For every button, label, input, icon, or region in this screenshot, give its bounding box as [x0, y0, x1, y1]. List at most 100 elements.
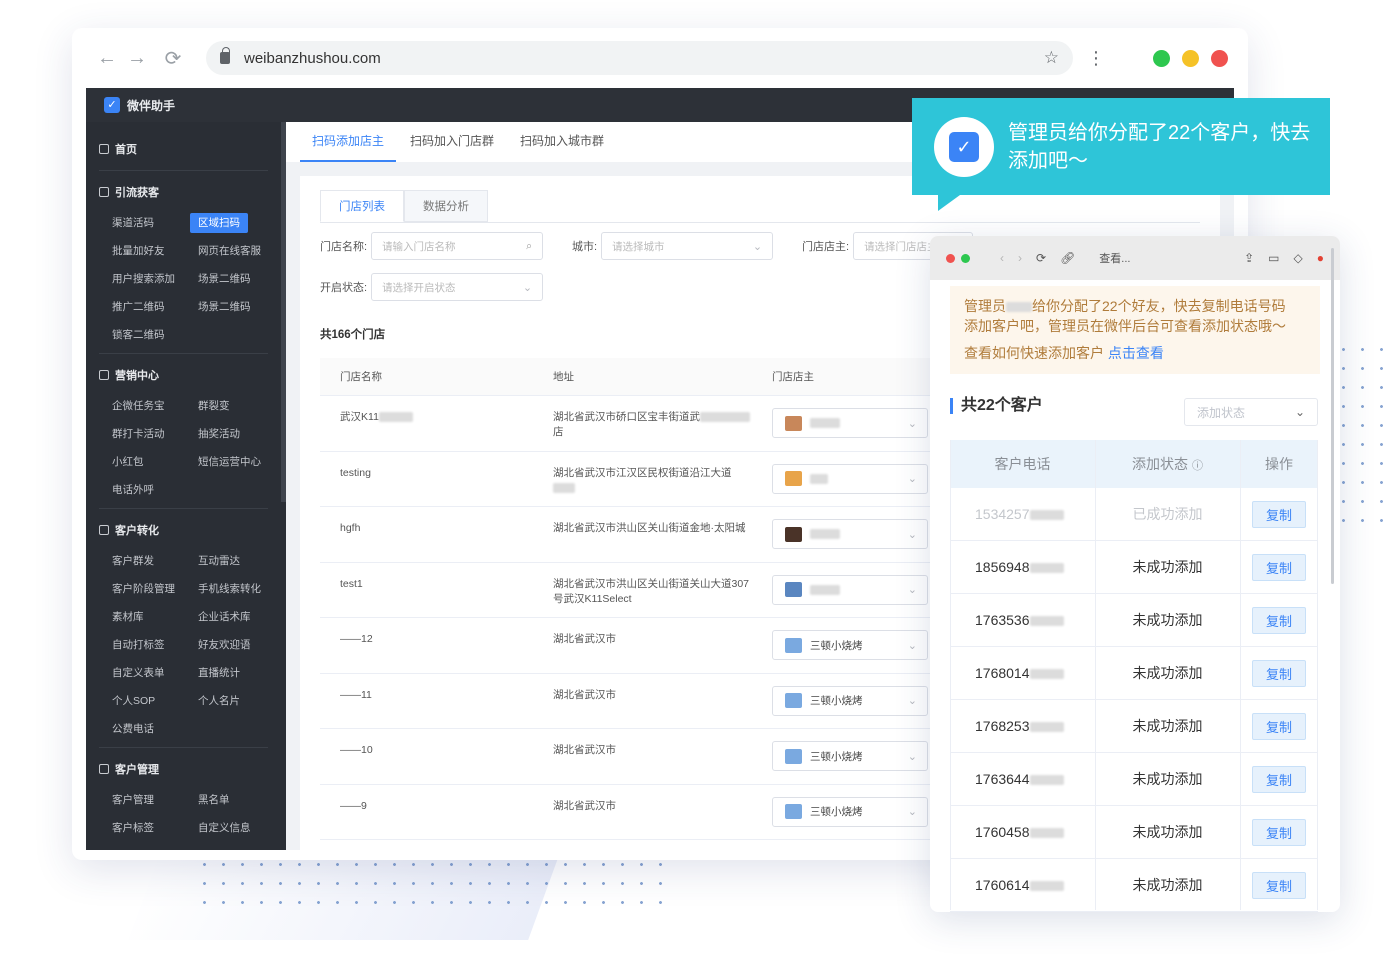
tab-scan-join-store-group[interactable]: 扫码加入门店群	[398, 132, 506, 162]
link-icon[interactable]: 🔗︎	[1060, 251, 1075, 265]
sidebar-item[interactable]: 区域扫码	[190, 209, 284, 237]
sidebar-item[interactable]: 短信运营中心	[198, 448, 284, 476]
copy-button[interactable]: 复制	[1251, 553, 1306, 581]
address-bar[interactable]: weibanzhushou.com ☆	[206, 41, 1073, 75]
back-arrow-icon[interactable]: ‹	[1000, 251, 1004, 265]
sidebar-item[interactable]: 群打卡活动	[112, 420, 198, 448]
sidebar-item[interactable]: 渠道活码	[112, 209, 198, 237]
tab-scan-join-city-group[interactable]: 扫码加入城市群	[508, 132, 616, 162]
cube-icon[interactable]: ◇	[1294, 251, 1303, 265]
forward-arrow-icon[interactable]: ›	[1018, 251, 1022, 265]
share-icon[interactable]: ⇪	[1244, 251, 1254, 265]
copy-button[interactable]: 复制	[1251, 606, 1306, 634]
sidebar-item[interactable]: 客户阶段管理	[112, 575, 198, 603]
divider	[1095, 440, 1096, 910]
sidebar-item[interactable]: 自定义表单	[112, 659, 198, 687]
window-yellow-button[interactable]	[1182, 49, 1199, 67]
tip-text: 给你分配了22个好友，快去复制电话号码	[1032, 298, 1286, 314]
owner-select[interactable]: 三顿小烧烤 ⌄	[772, 630, 928, 661]
owner-select[interactable]: ⌄	[772, 574, 928, 605]
sidebar-item[interactable]: 客户群发	[112, 547, 198, 575]
sidebar-item-label: 网页在线客服	[198, 245, 261, 257]
owner-select[interactable]: ⌄	[772, 463, 928, 494]
sidebar-item[interactable]: 客户标签	[112, 814, 198, 842]
copy-button[interactable]: 复制	[1251, 871, 1306, 899]
city-select[interactable]: 请选择城市 ⌄	[601, 232, 774, 260]
sidebar-item[interactable]: 推广二维码	[112, 293, 198, 321]
add-status-select[interactable]: 添加状态 ⌄	[1184, 398, 1318, 426]
star-icon[interactable]: ☆	[1044, 48, 1059, 68]
sidebar-item[interactable]: 个人SOP	[112, 687, 198, 715]
owner-select[interactable]: ⌄	[772, 408, 928, 439]
window-close-button[interactable]	[946, 253, 955, 263]
howto-link[interactable]: 点击查看	[1108, 345, 1164, 361]
owner-select[interactable]: 三顿小烧烤 ⌄	[772, 685, 928, 716]
avatar	[785, 415, 802, 431]
window-red-button[interactable]	[1211, 49, 1228, 67]
section-icon	[99, 525, 109, 535]
copy-button[interactable]: 复制	[1251, 712, 1306, 740]
status-select[interactable]: 请选择开启状态 ⌄	[371, 273, 544, 301]
sidebar-item[interactable]: 小红包	[112, 448, 198, 476]
filter-label: 城市:	[572, 241, 598, 253]
tab-data-analysis[interactable]: 数据分析	[404, 190, 488, 222]
sidebar-item[interactable]: 群裂变	[198, 392, 284, 420]
forward-arrow-icon[interactable]: →	[122, 47, 152, 70]
sidebar-item[interactable]: 批量加好友	[112, 237, 198, 265]
address-text: 湖北省武汉市江汉区民权街道沿江大道	[553, 466, 732, 479]
sidebar-item[interactable]: 客户管理	[112, 786, 198, 814]
sidebar-item[interactable]: 抽奖活动	[198, 420, 284, 448]
back-arrow-icon[interactable]: ←	[92, 47, 122, 70]
tab-scan-add-owner[interactable]: 扫码添加店主	[300, 132, 397, 162]
copy-button[interactable]: 复制	[1251, 765, 1306, 793]
menu-kebab-icon[interactable]: ⋮	[1087, 48, 1105, 69]
sidebar-item[interactable]: 场景二维码	[198, 293, 284, 321]
sidebar-section-title[interactable]: 营销中心	[86, 358, 286, 392]
sidebar-item[interactable]: 客户迁移	[198, 842, 284, 850]
sidebar-item-label: 批量加好友	[112, 245, 165, 257]
sidebar-item[interactable]: 锁客二维码	[112, 321, 198, 349]
sidebar-section-title[interactable]: 引流获客	[86, 175, 286, 209]
sidebar-item-label: 企微任务宝	[112, 400, 165, 412]
sidebar-item[interactable]: 互动雷达	[198, 547, 284, 575]
sidebar-item[interactable]: 好友欢迎语	[198, 631, 284, 659]
sidebar-section-title[interactable]: 客户管理	[86, 752, 286, 786]
mini-window-scrollbar[interactable]	[1331, 248, 1334, 584]
sidebar-item[interactable]: 素材库	[112, 603, 198, 631]
sidebar-item[interactable]: 公费电话	[112, 715, 198, 743]
store-name-input[interactable]: 请输入门店名称 ⌕	[371, 232, 544, 260]
owner-select[interactable]: 三顿小烧烤 ⌄	[772, 741, 928, 772]
help-icon[interactable]: ⓘ	[1192, 460, 1203, 472]
sidebar-item-label: 企业话术库	[198, 611, 251, 623]
chrome-icon[interactable]: ●	[1317, 251, 1324, 265]
sidebar-section-title[interactable]: 客户转化	[86, 513, 286, 547]
tab-store-list[interactable]: 门店列表	[320, 190, 404, 222]
sidebar-item[interactable]: 直播统计	[198, 659, 284, 687]
sidebar-item[interactable]: 流失提醒99+	[112, 842, 198, 850]
sidebar-item[interactable]: 手机线索转化	[198, 575, 284, 603]
cast-icon[interactable]: ▭	[1268, 251, 1279, 265]
sidebar-item[interactable]: 企业话术库	[198, 603, 284, 631]
window-green-button[interactable]	[1153, 49, 1170, 67]
sidebar-item[interactable]: 用户搜索添加	[112, 265, 198, 293]
sidebar-item[interactable]: 自动打标签	[112, 631, 198, 659]
sidebar-item[interactable]: 电话外呼	[112, 476, 198, 504]
owner-select[interactable]: 三顿小烧烤 ⌄	[772, 796, 928, 827]
copy-button[interactable]: 复制	[1251, 500, 1306, 528]
copy-button[interactable]: 复制	[1251, 659, 1306, 687]
sidebar-item[interactable]: 个人名片	[198, 687, 284, 715]
reload-icon[interactable]: ⟳	[1036, 251, 1046, 265]
copy-button[interactable]: 复制	[1251, 818, 1306, 846]
owner-select[interactable]: ⌄	[772, 519, 928, 550]
sidebar-item[interactable]: 企微任务宝	[112, 392, 198, 420]
customer-phone: 1760614	[950, 877, 1095, 893]
window-maximize-button[interactable]	[961, 253, 970, 263]
sidebar-item-home[interactable]: 首页	[86, 132, 286, 166]
filter-label: 门店名称:	[320, 241, 368, 253]
sidebar-item[interactable]: 网页在线客服	[198, 237, 284, 265]
sidebar-item-label: 互动雷达	[198, 555, 240, 567]
sidebar-item[interactable]: 黑名单	[198, 786, 284, 814]
sidebar-item[interactable]: 场景二维码	[198, 265, 284, 293]
sidebar-item[interactable]: 自定义信息	[198, 814, 284, 842]
reload-icon[interactable]: ⟳	[158, 46, 188, 71]
